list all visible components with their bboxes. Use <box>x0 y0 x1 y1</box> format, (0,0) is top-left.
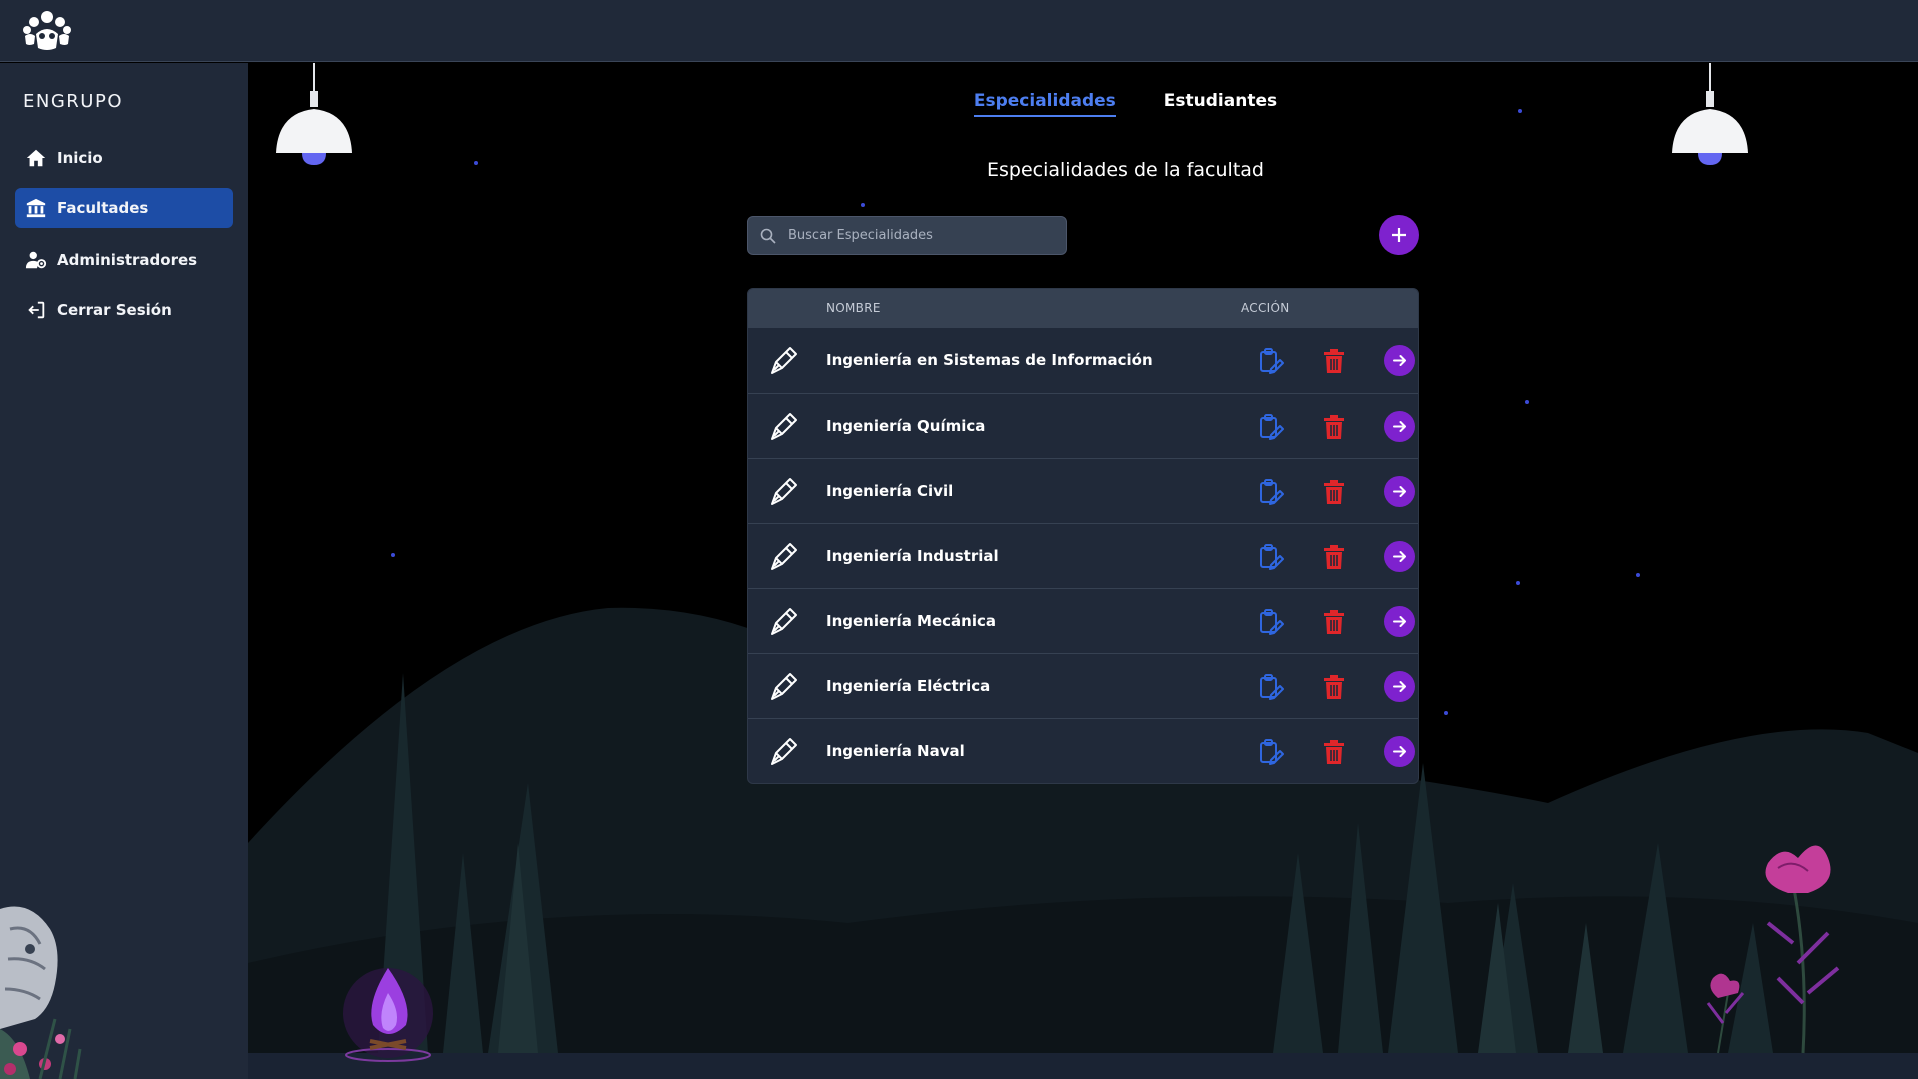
drafting-compass-icon <box>771 608 797 635</box>
column-header-accion: ACCIÓN <box>1241 301 1290 315</box>
edit-clipboard-icon[interactable] <box>1256 413 1284 441</box>
admin-users-icon <box>25 251 47 269</box>
open-specialty-button[interactable] <box>1384 736 1415 767</box>
table-row: Ingeniería Mecánica <box>748 588 1418 653</box>
trash-icon[interactable] <box>1320 738 1348 766</box>
brand-title: ENGRUPO <box>23 91 123 112</box>
arrow-right-icon <box>1393 746 1406 757</box>
arrow-right-icon <box>1393 616 1406 627</box>
open-specialty-button[interactable] <box>1384 411 1415 442</box>
trash-icon[interactable] <box>1320 413 1348 441</box>
edit-clipboard-icon[interactable] <box>1256 608 1284 636</box>
specialty-name: Ingeniería Química <box>826 417 986 435</box>
arrow-right-icon <box>1393 486 1406 497</box>
specialties-table: NOMBRE ACCIÓN Ingeniería en Sistemas de … <box>747 288 1419 784</box>
arrow-right-icon <box>1393 551 1406 562</box>
drafting-compass-icon <box>771 738 797 765</box>
home-icon <box>26 149 46 167</box>
logout-icon <box>28 301 45 319</box>
table-row: Ingeniería Industrial <box>748 523 1418 588</box>
specialty-name: Ingeniería Industrial <box>826 547 999 565</box>
tab-especialidades[interactable]: Especialidades <box>973 91 1116 117</box>
tab-bar: Especialidades Estudiantes <box>248 91 1918 117</box>
drafting-compass-icon <box>771 478 797 505</box>
drafting-compass-icon <box>771 413 797 440</box>
trash-icon[interactable] <box>1320 347 1348 375</box>
drafting-compass-icon <box>771 673 797 700</box>
edit-clipboard-icon[interactable] <box>1256 347 1284 375</box>
arrow-right-icon <box>1393 681 1406 692</box>
sidebar-item-label: Administradores <box>57 251 198 269</box>
trash-icon[interactable] <box>1320 543 1348 571</box>
open-specialty-button[interactable] <box>1384 606 1415 637</box>
specialty-name: Ingeniería Civil <box>826 482 954 500</box>
table-row: Ingeniería Naval <box>748 718 1418 783</box>
table-row: Ingeniería Química <box>748 393 1418 458</box>
group-logo-icon[interactable] <box>22 8 72 54</box>
specialty-name: Ingeniería Naval <box>826 742 965 760</box>
robot-illustration <box>0 906 82 1079</box>
arrow-right-icon <box>1393 355 1406 366</box>
sidebar-item-inicio[interactable]: Inicio <box>15 138 233 178</box>
search-icon <box>760 228 776 244</box>
top-bar <box>0 0 1918 62</box>
sidebar-item-label: Facultades <box>57 199 149 217</box>
table-row: Ingeniería en Sistemas de Información <box>748 328 1418 393</box>
trash-icon[interactable] <box>1320 673 1348 701</box>
column-header-nombre: NOMBRE <box>826 301 881 315</box>
page-title: Especialidades de la facultad <box>987 159 1264 181</box>
specialty-name: Ingeniería Eléctrica <box>826 677 991 695</box>
drafting-compass-icon <box>771 347 797 374</box>
open-specialty-button[interactable] <box>1384 345 1415 376</box>
plus-icon <box>1392 228 1406 242</box>
table-row: Ingeniería Eléctrica <box>748 653 1418 718</box>
sidebar: ENGRUPO Inicio Facultades Administradore… <box>0 63 248 1079</box>
institution-icon <box>26 198 46 218</box>
table-header: NOMBRE ACCIÓN <box>748 289 1418 328</box>
open-specialty-button[interactable] <box>1384 476 1415 507</box>
open-specialty-button[interactable] <box>1384 671 1415 702</box>
edit-clipboard-icon[interactable] <box>1256 543 1284 571</box>
open-specialty-button[interactable] <box>1384 541 1415 572</box>
edit-clipboard-icon[interactable] <box>1256 478 1284 506</box>
table-row: Ingeniería Civil <box>748 458 1418 523</box>
sidebar-item-cerrar-sesion[interactable]: Cerrar Sesión <box>15 290 233 330</box>
arrow-right-icon <box>1393 421 1406 432</box>
main-content: Especialidades Estudiantes Especialidade… <box>248 63 1918 1079</box>
add-specialty-button[interactable] <box>1379 215 1419 255</box>
sidebar-item-administradores[interactable]: Administradores <box>15 240 233 280</box>
edit-clipboard-icon[interactable] <box>1256 738 1284 766</box>
sidebar-item-label: Inicio <box>57 149 103 167</box>
specialty-name: Ingeniería en Sistemas de Información <box>826 351 1153 369</box>
tab-estudiantes[interactable]: Estudiantes <box>1164 91 1277 117</box>
sidebar-item-label: Cerrar Sesión <box>57 301 172 319</box>
specialty-name: Ingeniería Mecánica <box>826 612 996 630</box>
trash-icon[interactable] <box>1320 478 1348 506</box>
search-input[interactable] <box>788 228 1048 243</box>
edit-clipboard-icon[interactable] <box>1256 673 1284 701</box>
search-box[interactable] <box>747 216 1067 255</box>
trash-icon[interactable] <box>1320 608 1348 636</box>
sidebar-item-facultades[interactable]: Facultades <box>15 188 233 228</box>
drafting-compass-icon <box>771 543 797 570</box>
